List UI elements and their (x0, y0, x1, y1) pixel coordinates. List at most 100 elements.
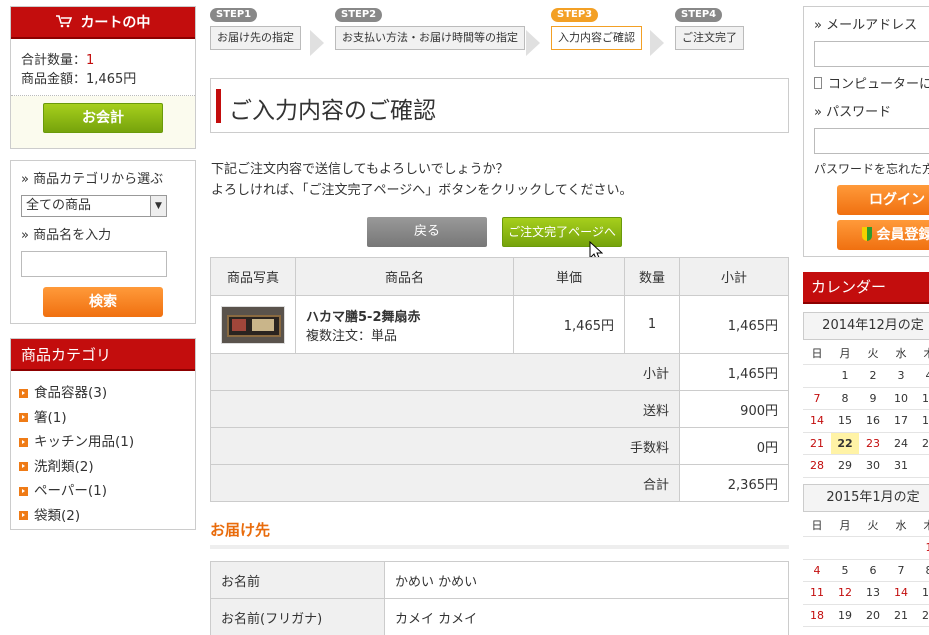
cart-qty-value: 1 (86, 53, 95, 68)
calendar-month-title: 2014年12月の定 (803, 312, 929, 340)
day: 30 (859, 454, 887, 478)
total-value: 0円 (679, 427, 789, 465)
category-item[interactable]: 箸(1) (19, 406, 187, 431)
step-arrow-icon (310, 30, 324, 56)
step-1: STEP1 お届け先の指定 (210, 6, 301, 50)
arrow-bullet-icon (19, 511, 28, 521)
day: 28 (803, 454, 831, 478)
cart-box: カートの中 合計数量：1 商品金額：1,465円 お会計 (10, 6, 196, 149)
register-button[interactable]: 会員登録 (837, 220, 929, 250)
weekday: 日 (803, 342, 831, 365)
day (803, 536, 831, 560)
day: 2 (859, 364, 887, 388)
category-select[interactable]: 全ての商品 ▼ (21, 195, 167, 217)
day (831, 536, 859, 560)
divider (210, 545, 789, 549)
email-field[interactable] (814, 41, 929, 67)
product-name-input[interactable] (21, 251, 167, 277)
arrow-bullet-icon (19, 413, 28, 423)
col-header: 小計 (679, 257, 789, 296)
category-box: 商品カテゴリ 食品容器(3) 箸(1) キッチン用品(1) 洗剤類(2) ペーパ… (10, 338, 196, 530)
weekday: 日 (803, 514, 831, 537)
day: 8 (831, 387, 859, 410)
category-item[interactable]: 洗剤類(2) (19, 455, 187, 480)
step-tag: STEP1 (210, 8, 258, 22)
week-row: 1 (803, 536, 929, 560)
order-table: 商品写真 商品名 単価 数量 小計 ハカマ膳5-2舞扇赤 複数注文：単品 1,4… (210, 257, 789, 502)
step-4: STEP4 ご注文完了 (675, 6, 744, 50)
day-holiday: 12 (831, 581, 859, 605)
total-label: 手数料 (210, 427, 680, 465)
product-name: ハカマ膳5-2舞扇赤 (306, 309, 421, 325)
day: 4 (915, 364, 929, 388)
product-name-cell: ハカマ膳5-2舞扇赤 複数注文：単品 (295, 295, 514, 354)
weekday-row: 日月火水木 (803, 514, 929, 537)
category-item[interactable]: 食品容器(3) (19, 381, 187, 406)
week-row: 1819202122 (803, 604, 929, 627)
arrow-bullet-icon (19, 388, 28, 398)
forgot-password-link[interactable]: パスワードを忘れた方 (814, 160, 929, 177)
calendar-month-title: 2015年1月の定 (803, 484, 929, 512)
complete-order-button[interactable]: ご注文完了ページへ (502, 217, 622, 247)
password-field[interactable] (814, 128, 929, 154)
category-item[interactable]: 袋類(2) (19, 504, 187, 529)
login-box: » メールアドレス コンピューターに » パスワード パスワードを忘れた方 ログ… (803, 6, 929, 257)
checkout-button[interactable]: お会計 (43, 103, 163, 133)
category-select-label: » 商品カテゴリから選ぶ (21, 172, 164, 187)
category-item[interactable]: ペーパー(1) (19, 479, 187, 504)
day-today: 22 (831, 432, 859, 455)
table-row: ハカマ膳5-2舞扇赤 複数注文：単品 1,465円 1 1,465円 (210, 295, 789, 354)
day: 18 (915, 409, 929, 433)
order-header-row: 商品写真 商品名 単価 数量 小計 (210, 257, 789, 296)
week-row: 45678 (803, 559, 929, 582)
step-arrow-icon (526, 30, 540, 56)
product-name-label: » 商品名を入力 (21, 228, 112, 243)
table-row: お名前(フリガナ) カメイ カメイ (210, 598, 789, 635)
step-label: 入力内容ご確認 (551, 26, 642, 50)
total-label: 送料 (210, 390, 680, 428)
quantity: 1 (624, 295, 680, 354)
page-title-box: ご入力内容のご確認 (210, 78, 789, 133)
arrow-bullet-icon (19, 437, 28, 447)
day: 11 (915, 387, 929, 410)
confirm-message: 下記ご注文内容で送信してもよろしいでしょうか？ よろしければ、「ご注文完了ページ… (211, 162, 633, 198)
col-header: 単価 (513, 257, 625, 296)
remember-checkbox[interactable]: コンピューターに (814, 73, 929, 92)
table-row: お名前 かめい かめい (210, 561, 789, 599)
day: 4 (803, 559, 831, 582)
day: 13 (859, 581, 887, 605)
weekday: 月 (831, 342, 859, 365)
step-arrow-icon (650, 30, 664, 56)
day: 20 (859, 604, 887, 627)
cart-summary: 合計数量：1 商品金額：1,465円 (11, 39, 195, 96)
weekday: 火 (859, 342, 887, 365)
beginner-mark-icon (861, 227, 872, 241)
page-title: ご入力内容のご確認 (229, 98, 436, 124)
day: 3 (887, 364, 915, 388)
table-row: 合計 2,365円 (210, 464, 789, 502)
day-holiday: 1 (915, 536, 929, 560)
step-label: お支払い方法・お届け時間等の指定 (335, 26, 525, 50)
field-value: カメイ カメイ (384, 598, 789, 635)
weekday: 水 (887, 342, 915, 365)
cart-amount-value: 1,465円 (86, 72, 137, 87)
cart-header: カートの中 (11, 7, 195, 39)
product-photo (221, 305, 285, 344)
product-photo-cell (210, 295, 296, 354)
back-button[interactable]: 戻る (367, 217, 487, 247)
total-label: 合計 (210, 464, 680, 502)
step-3: STEP3 入力内容ご確認 (551, 6, 642, 50)
category-item[interactable]: キッチン用品(1) (19, 430, 187, 455)
field-value: かめい かめい (384, 561, 789, 599)
delivery-section-title: お届け先 (210, 521, 271, 539)
login-button[interactable]: ログイン (837, 185, 929, 215)
delivery-table: お名前 かめい かめい お名前(フリガナ) カメイ カメイ (210, 561, 789, 635)
day: 19 (831, 604, 859, 627)
product-search-box: » 商品カテゴリから選ぶ 全ての商品 ▼ » 商品名を入力 検索 (10, 160, 196, 324)
day: 17 (887, 409, 915, 433)
email-label: » メールアドレス (814, 18, 918, 33)
step-tag: STEP3 (551, 8, 599, 22)
week-row: 2122232425 (803, 432, 929, 455)
week-row: 28 29 30 31 (803, 454, 929, 478)
search-button[interactable]: 検索 (43, 287, 163, 317)
